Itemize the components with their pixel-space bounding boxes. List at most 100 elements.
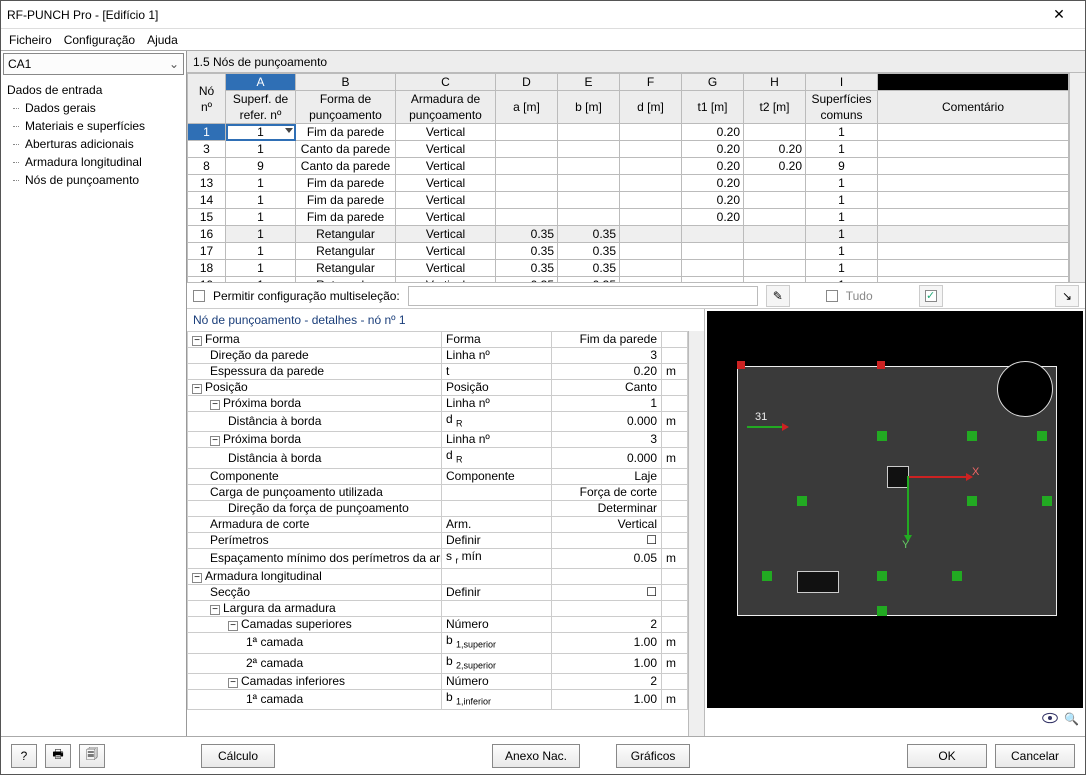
col-no[interactable]: Nó nº <box>188 74 226 124</box>
table-row[interactable]: 8 9 Canto da parede Vertical 0.20 0.20 9 <box>188 158 1069 175</box>
cell-t1[interactable]: 0.20 <box>682 124 744 141</box>
tree-item[interactable]: Aberturas adicionais <box>5 135 182 153</box>
cell-arm[interactable]: Vertical <box>396 243 496 260</box>
cell-a[interactable] <box>496 141 558 158</box>
table-row[interactable]: 16 1 Retangular Vertical 0.35 0.35 1 <box>188 226 1069 243</box>
table-row[interactable]: 19 1 Retangular Vertical 0.35 0.35 1 <box>188 277 1069 283</box>
cell-surf[interactable]: 1 <box>226 277 296 283</box>
cell-forma[interactable]: Retangular <box>296 226 396 243</box>
row-no[interactable]: 8 <box>188 158 226 175</box>
multiselect-input[interactable] <box>408 286 758 306</box>
anexo-button[interactable]: Anexo Nac. <box>492 744 580 768</box>
row-no[interactable]: 1 <box>188 124 226 141</box>
detail-row[interactable]: −Próxima borda Linha nº 1 <box>188 396 688 412</box>
cell-forma[interactable]: Retangular <box>296 277 396 283</box>
cell-d[interactable] <box>620 277 682 283</box>
cell-comment[interactable] <box>878 158 1069 175</box>
col-J[interactable]: J <box>878 74 1069 91</box>
multiselect-checkbox[interactable] <box>193 290 205 302</box>
cell-sup[interactable]: 1 <box>806 141 878 158</box>
detail-row[interactable]: −Armadura longitudinal <box>188 569 688 585</box>
cell-a[interactable] <box>496 124 558 141</box>
cell-a[interactable] <box>496 209 558 226</box>
col-f-label[interactable]: d [m] <box>620 91 682 124</box>
detail-value[interactable]: 0.20 <box>552 364 662 380</box>
detail-row[interactable]: Distância à borda d R 0.000 m <box>188 412 688 432</box>
detail-row[interactable]: Secção Definir ☐ <box>188 585 688 601</box>
detail-value[interactable]: 1.00 <box>552 653 662 673</box>
detail-value[interactable]: Laje <box>552 468 662 484</box>
col-A[interactable]: A <box>226 74 296 91</box>
cell-sup[interactable]: 1 <box>806 124 878 141</box>
detail-row[interactable]: Armadura de corte Arm. Vertical <box>188 516 688 532</box>
detail-value[interactable]: ☐ <box>552 585 662 601</box>
row-no[interactable]: 16 <box>188 226 226 243</box>
col-E[interactable]: E <box>558 74 620 91</box>
ok-button[interactable]: OK <box>907 744 987 768</box>
tree-item[interactable]: Armadura longitudinal <box>5 153 182 171</box>
cell-sup[interactable]: 1 <box>806 277 878 283</box>
cell-comment[interactable] <box>878 226 1069 243</box>
detail-row[interactable]: Perímetros Definir ☐ <box>188 532 688 548</box>
col-I[interactable]: I <box>806 74 878 91</box>
cell-b[interactable] <box>558 124 620 141</box>
cell-a[interactable]: 0.35 <box>496 243 558 260</box>
menu-ficheiro[interactable]: Ficheiro <box>9 33 52 47</box>
cell-b[interactable] <box>558 192 620 209</box>
table-row[interactable]: 3 1 Canto da parede Vertical 0.20 0.20 1 <box>188 141 1069 158</box>
table-row[interactable]: 1 1 Fim da parede Vertical 0.20 1 <box>188 124 1069 141</box>
cell-forma[interactable]: Canto da parede <box>296 141 396 158</box>
detail-value[interactable]: Canto <box>552 380 662 396</box>
col-C[interactable]: C <box>396 74 496 91</box>
detail-value[interactable]: 2 <box>552 673 662 689</box>
row-no[interactable]: 3 <box>188 141 226 158</box>
col-a-label[interactable]: Superf. de refer. nº <box>226 91 296 124</box>
detail-row[interactable]: −Camadas superiores Número 2 <box>188 617 688 633</box>
help-button[interactable]: ? <box>11 744 37 768</box>
detail-value[interactable]: Vertical <box>552 516 662 532</box>
cell-forma[interactable]: Canto da parede <box>296 158 396 175</box>
cell-t1[interactable]: 0.20 <box>682 192 744 209</box>
cell-a[interactable] <box>496 175 558 192</box>
detail-row[interactable]: 1ª camada b 1,superior 1.00 m <box>188 633 688 653</box>
cell-a[interactable]: 0.35 <box>496 226 558 243</box>
detail-row[interactable]: Carga de punçoamento utilizada Força de … <box>188 484 688 500</box>
close-icon[interactable]: ✕ <box>1039 6 1079 23</box>
col-e-label[interactable]: b [m] <box>558 91 620 124</box>
col-j-label[interactable]: Comentário <box>878 91 1069 124</box>
cell-surf[interactable]: 9 <box>226 158 296 175</box>
cell-arm[interactable]: Vertical <box>396 192 496 209</box>
detail-value[interactable]: Determinar <box>552 500 662 516</box>
col-i-label[interactable]: Superfícies comuns <box>806 91 878 124</box>
cell-t1[interactable] <box>682 226 744 243</box>
detail-row[interactable]: −Camadas inferiores Número 2 <box>188 673 688 689</box>
tree-item[interactable]: Nós de punçoamento <box>5 171 182 189</box>
cell-t2[interactable] <box>744 209 806 226</box>
cell-t1[interactable] <box>682 243 744 260</box>
view-toggle-button[interactable] <box>1042 712 1058 734</box>
cell-b[interactable]: 0.35 <box>558 243 620 260</box>
tree-item[interactable]: Materiais e superfícies <box>5 117 182 135</box>
detail-value[interactable]: 0.05 <box>552 548 662 568</box>
menu-ajuda[interactable]: Ajuda <box>147 33 178 47</box>
row-no[interactable]: 13 <box>188 175 226 192</box>
cell-t2[interactable] <box>744 175 806 192</box>
col-d-label[interactable]: a [m] <box>496 91 558 124</box>
row-no[interactable]: 19 <box>188 277 226 283</box>
pick-in-view-button[interactable]: ↘ <box>1055 285 1079 307</box>
tree-root[interactable]: Dados de entrada <box>5 81 182 99</box>
cell-b[interactable] <box>558 209 620 226</box>
cell-d[interactable] <box>620 175 682 192</box>
col-D[interactable]: D <box>496 74 558 91</box>
detail-value[interactable]: Força de corte <box>552 484 662 500</box>
col-g-label[interactable]: t1 [m] <box>682 91 744 124</box>
col-c-label[interactable]: Armadura de punçoamento <box>396 91 496 124</box>
cell-comment[interactable] <box>878 141 1069 158</box>
table-row[interactable]: 13 1 Fim da parede Vertical 0.20 1 <box>188 175 1069 192</box>
grid-scrollbar[interactable] <box>1069 73 1085 282</box>
graficos-button[interactable]: Gráficos <box>616 744 690 768</box>
cell-arm[interactable]: Vertical <box>396 260 496 277</box>
details-table[interactable]: −Forma Forma Fim da parede Direção da pa… <box>187 331 688 710</box>
detail-row[interactable]: 1ª camada b 1,inferior 1.00 m <box>188 689 688 709</box>
detail-row[interactable]: Distância à borda d R 0.000 m <box>188 448 688 468</box>
